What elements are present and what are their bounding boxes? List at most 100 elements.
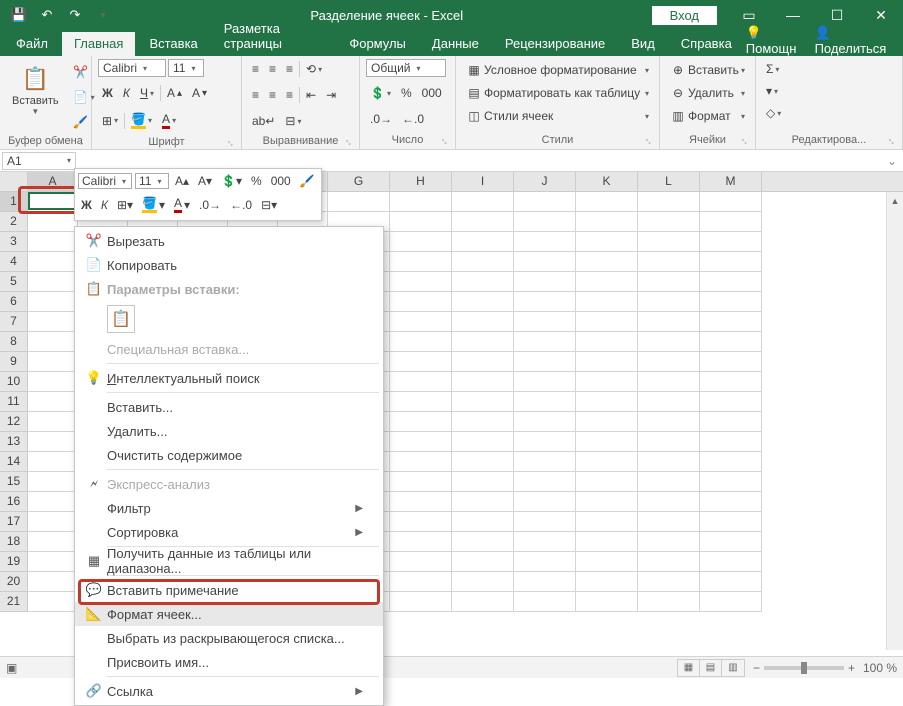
row-header[interactable]: 8 (0, 332, 28, 352)
expand-formula-bar-icon[interactable]: ⌄ (881, 154, 903, 168)
mini-font-size-combo[interactable]: 11▾ (135, 173, 169, 189)
cell[interactable] (638, 232, 700, 252)
cell[interactable] (576, 472, 638, 492)
wrap-text-button[interactable]: ab↵ (248, 111, 279, 131)
row-header[interactable]: 21 (0, 592, 28, 612)
name-box[interactable]: A1▾ (2, 152, 76, 170)
cell[interactable] (28, 452, 78, 472)
cell[interactable] (514, 552, 576, 572)
page-break-view-button[interactable]: ▥ (722, 660, 744, 676)
mini-italic-button[interactable]: К (98, 196, 111, 214)
mini-decrease-decimal-button[interactable]: ←.0 (227, 196, 255, 214)
tab-review[interactable]: Рецензирование (493, 32, 617, 56)
paste-button[interactable]: 📋 Вставить ▼ (6, 59, 65, 120)
cell[interactable] (700, 592, 762, 612)
font-size-combo[interactable]: 11▾ (168, 59, 204, 77)
cell[interactable] (452, 372, 514, 392)
tell-me-button[interactable]: 💡 Помощн (746, 25, 805, 56)
cell[interactable] (28, 212, 78, 232)
cell[interactable] (390, 452, 452, 472)
cell[interactable] (28, 532, 78, 552)
cell[interactable] (390, 252, 452, 272)
column-header[interactable]: J (514, 172, 576, 191)
cell[interactable] (452, 452, 514, 472)
cell[interactable] (390, 212, 452, 232)
menu-insert[interactable]: Вставить... (75, 395, 383, 419)
row-header[interactable]: 1 (0, 192, 28, 212)
cell[interactable] (452, 292, 514, 312)
cell[interactable] (28, 492, 78, 512)
cell[interactable] (390, 432, 452, 452)
cell[interactable] (452, 272, 514, 292)
cell[interactable] (576, 372, 638, 392)
menu-smart-lookup[interactable]: 💡ИИнтеллектуальный поискнтеллектуальный … (75, 366, 383, 390)
cell[interactable] (28, 512, 78, 532)
mini-font-color-button[interactable]: A▾ (171, 194, 193, 215)
cell[interactable] (638, 572, 700, 592)
cell[interactable] (514, 312, 576, 332)
row-header[interactable]: 13 (0, 432, 28, 452)
tab-page-layout[interactable]: Разметка страницы (212, 17, 336, 56)
cell[interactable] (452, 552, 514, 572)
cell[interactable] (638, 592, 700, 612)
row-header[interactable]: 5 (0, 272, 28, 292)
conditional-formatting-button[interactable]: ▦Условное форматирование▾ (462, 59, 653, 81)
column-header[interactable]: M (700, 172, 762, 191)
clear-button[interactable]: ◇▾ (762, 103, 785, 123)
cell[interactable] (576, 552, 638, 572)
cell[interactable] (452, 512, 514, 532)
cell[interactable] (700, 452, 762, 472)
row-header[interactable]: 18 (0, 532, 28, 552)
cell[interactable] (700, 192, 762, 212)
cell[interactable] (638, 432, 700, 452)
qat-customize-icon[interactable]: ▼ (92, 4, 114, 26)
cell[interactable] (28, 552, 78, 572)
cell[interactable] (514, 192, 576, 212)
row-header[interactable]: 6 (0, 292, 28, 312)
cell[interactable] (638, 312, 700, 332)
menu-sort[interactable]: Сортировка▶ (75, 520, 383, 544)
cell[interactable] (28, 272, 78, 292)
undo-icon[interactable]: ↶ (36, 4, 58, 26)
cell[interactable] (514, 412, 576, 432)
align-right-button[interactable]: ≡ (282, 85, 297, 105)
cell[interactable] (390, 492, 452, 512)
cell[interactable] (576, 452, 638, 472)
percent-button[interactable]: % (397, 83, 416, 103)
borders-button[interactable]: ⊞▾ (98, 111, 122, 131)
cell[interactable] (576, 192, 638, 212)
row-header[interactable]: 15 (0, 472, 28, 492)
cell[interactable] (700, 232, 762, 252)
format-as-table-button[interactable]: ▤Форматировать как таблицу▾ (462, 82, 653, 104)
underline-button[interactable]: Ч▾ (136, 83, 158, 103)
cell[interactable] (700, 292, 762, 312)
mini-shrink-font-button[interactable]: A▾ (195, 172, 215, 190)
mini-fill-color-button[interactable]: 🪣▾ (139, 194, 168, 215)
cell[interactable] (514, 292, 576, 312)
cell[interactable] (452, 192, 514, 212)
cell[interactable] (28, 432, 78, 452)
cell[interactable] (576, 272, 638, 292)
font-name-combo[interactable]: Calibri▾ (98, 59, 166, 77)
cell[interactable] (576, 352, 638, 372)
cell[interactable] (514, 252, 576, 272)
cell[interactable] (452, 472, 514, 492)
cell[interactable] (28, 192, 78, 212)
cell[interactable] (514, 512, 576, 532)
cell[interactable] (452, 232, 514, 252)
cell[interactable] (576, 292, 638, 312)
cell[interactable] (638, 412, 700, 432)
tab-home[interactable]: Главная (62, 32, 135, 56)
cell[interactable] (638, 212, 700, 232)
cell[interactable] (576, 572, 638, 592)
cell[interactable] (390, 412, 452, 432)
cell[interactable] (514, 212, 576, 232)
cell[interactable] (514, 532, 576, 552)
column-header[interactable]: L (638, 172, 700, 191)
cell[interactable] (514, 472, 576, 492)
cell[interactable] (28, 572, 78, 592)
column-header[interactable]: H (390, 172, 452, 191)
mini-bold-button[interactable]: Ж (78, 196, 95, 214)
cell[interactable] (390, 312, 452, 332)
cell[interactable] (700, 352, 762, 372)
